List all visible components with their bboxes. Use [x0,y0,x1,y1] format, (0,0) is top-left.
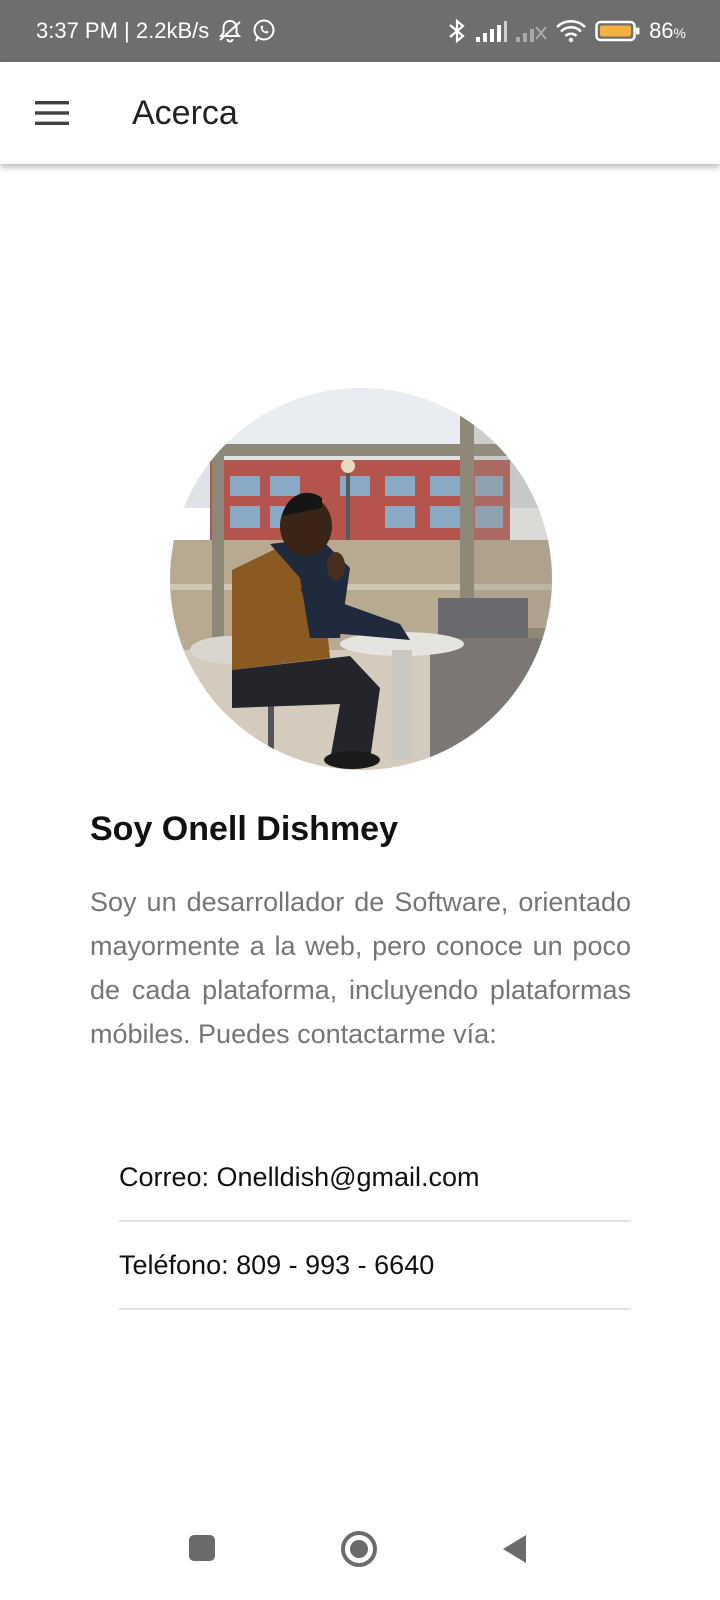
signal-icon [475,19,508,43]
profile-bio: Soy un desarrollador de Software, orient… [90,887,631,1049]
status-bar-left: 3:37 PM | 2.2kB/s [36,18,277,44]
battery-icon [595,19,641,43]
contact-email[interactable]: Correo: Onelldish@gmail.com [119,1134,631,1222]
page-title: Acerca [132,93,238,132]
whatsapp-icon [251,18,277,44]
signal-off-icon [515,19,547,43]
status-bar-right: 86% [447,17,686,45]
bell-off-icon [217,18,243,44]
recents-button[interactable] [186,1532,218,1564]
home-circle-icon [341,1531,377,1567]
status-time-speed: 3:37 PM | 2.2kB/s [36,18,210,43]
contact-list: Correo: Onelldish@gmail.com Teléfono: 80… [119,1134,631,1310]
wifi-icon [555,19,587,43]
back-button[interactable] [498,1532,530,1566]
profile-photo [170,388,552,770]
recents-square-icon [189,1535,215,1561]
battery-percent: 86% [649,18,686,43]
system-nav-bar [0,1510,720,1600]
back-triangle-icon [503,1535,526,1563]
profile-heading: Soy Onell Dishmey [90,810,398,848]
contact-phone[interactable]: Teléfono: 809 - 993 - 6640 [119,1222,631,1310]
menu-button[interactable] [26,87,78,139]
hamburger-menu-icon [35,101,69,125]
app-bar: Acerca [0,62,720,164]
profile-avatar [170,388,552,770]
status-bar: 3:37 PM | 2.2kB/s 86% [0,0,720,62]
bluetooth-icon [447,17,467,45]
home-button[interactable] [338,1528,380,1570]
